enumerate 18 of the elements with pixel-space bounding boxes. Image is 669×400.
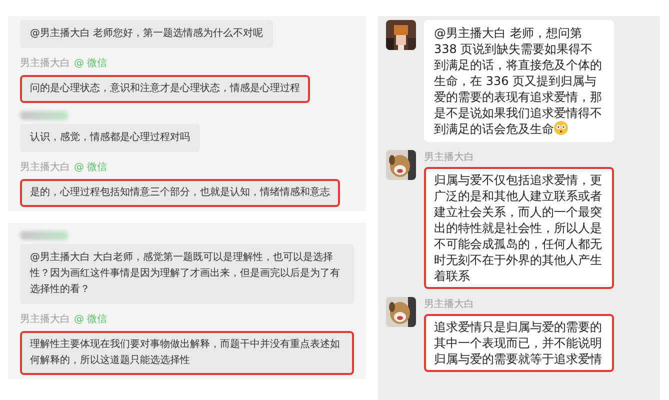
sender-name: 男主播大白 xyxy=(424,150,475,165)
sender-name: 男主播大白 xyxy=(424,298,475,312)
message-bubble: @男主播大白 老师您好，第一题选情感为什么不对呢 xyxy=(20,20,274,48)
message-bubble: 追求爱情只是归属与爱的需要的其中一个表现而已，并不能说明归属与爱的需要就等于追求爱情 xyxy=(424,314,614,372)
message-bubble: 理解性主要体现在我们要对事物做出解释，而题干中并没有重点表述如何解释的，所以这道题只能选选择性 xyxy=(20,331,354,375)
message-bubble: @男主播大白 大白老师，感觉第一题既可以是理解性，也可以是选择性？因为画红这件事情是因为理解了才画出来，但是画完以后是为了有选择性的看？ xyxy=(20,244,354,304)
message-bubble: 归属与爱不仅包括追求爱情，更广泛的是和其他人建立联系或者建立社会关系，而人的一个最突出的特性就是社会性，所以人是不可能会成孤岛的，任何人都无时无刻不在于外界的其他人产生着联系 xyxy=(424,167,614,289)
source-tag: @ 微信 xyxy=(74,160,108,175)
message-bubble: @男主播大白 老师，想问第 338 页说到缺失需要如果得不到满足的话，将直接危及个体的生命，在 336 页又提到归属与爱的需要的表现有追求爱情，那是不是说如果我们追求爱情得不到满足的话会危及生命 xyxy=(424,20,614,142)
source-tag: @ 微信 xyxy=(74,56,108,71)
emoji-icon xyxy=(554,121,568,135)
sender-name: 男主播大白 xyxy=(20,160,70,175)
sender-name: 男主播大白 xyxy=(20,312,70,327)
message-bubble: 是的，心理过程包括知情意三个部分，也就是认知，情绪情感和意志 xyxy=(20,179,340,207)
sender-name: 男主播大白 xyxy=(20,56,70,71)
message-bubble: 认识，感觉，情感都是心理过程对吗 xyxy=(20,124,200,152)
source-tag: @ 微信 xyxy=(74,312,108,327)
message-bubble: 问的是心理状态，意识和注意才是心理状态，情感是心理过程 xyxy=(20,75,310,103)
